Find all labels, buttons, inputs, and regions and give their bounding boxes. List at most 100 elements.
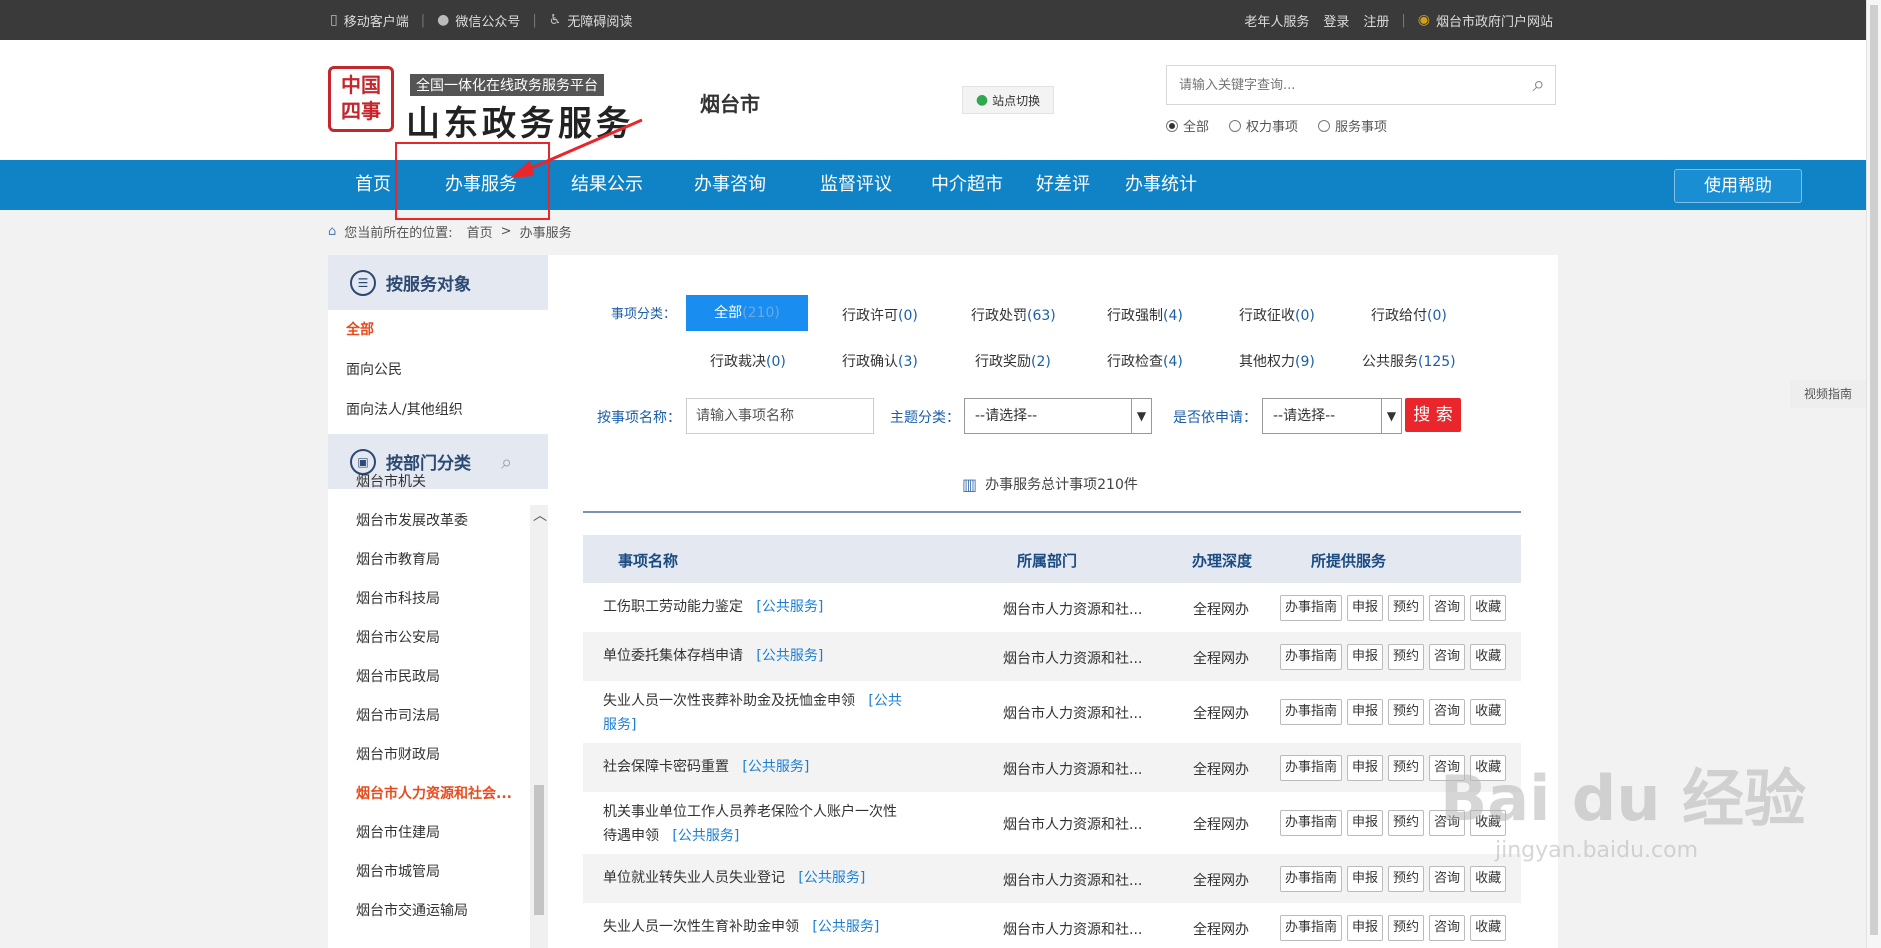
guide-button[interactable]: 办事指南 bbox=[1280, 866, 1343, 892]
radio-all[interactable]: 全部 bbox=[1166, 116, 1209, 135]
consult-button[interactable]: 咨询 bbox=[1429, 699, 1466, 725]
item-name-link[interactable]: 社会保障卡密码重置 [公共服务] bbox=[603, 755, 903, 779]
item-tag[interactable]: [公共服务] bbox=[798, 870, 865, 886]
category-item[interactable]: 行政确认(3) bbox=[842, 351, 918, 371]
category-item[interactable]: 公共服务(125) bbox=[1362, 351, 1456, 371]
wechat-link[interactable]: ● 微信公众号 bbox=[437, 11, 520, 30]
nav-consult[interactable]: 办事咨询 bbox=[694, 160, 766, 210]
favorite-button[interactable]: 收藏 bbox=[1470, 595, 1507, 621]
item-tag[interactable]: [公共服务] bbox=[742, 759, 809, 775]
video-guide-button[interactable]: 视频指南 bbox=[1790, 380, 1866, 408]
guide-button[interactable]: 办事指南 bbox=[1280, 915, 1343, 941]
theme-select[interactable]: --请选择-- ▼ bbox=[964, 398, 1152, 434]
nav-rating[interactable]: 好差评 bbox=[1036, 160, 1090, 210]
item-name-link[interactable]: 工伤职工劳动能力鉴定 [公共服务] bbox=[603, 595, 903, 619]
favorite-button[interactable]: 收藏 bbox=[1470, 644, 1507, 670]
apply-select[interactable]: --请选择-- ▼ bbox=[1262, 398, 1402, 434]
consult-button[interactable]: 咨询 bbox=[1429, 595, 1466, 621]
item-name-input[interactable]: 请输入事项名称 bbox=[686, 398, 874, 434]
guide-button[interactable]: 办事指南 bbox=[1280, 755, 1343, 781]
item-name-link[interactable]: 单位就业转失业人员失业登记 [公共服务] bbox=[603, 866, 903, 890]
scroll-thumb[interactable] bbox=[1870, 5, 1878, 935]
search-icon[interactable]: ⌕ bbox=[1533, 72, 1545, 97]
reserve-button[interactable]: 预约 bbox=[1388, 755, 1425, 781]
apply-button[interactable]: 申报 bbox=[1347, 810, 1384, 836]
login-link[interactable]: 登录 bbox=[1323, 11, 1349, 30]
reserve-button[interactable]: 预约 bbox=[1388, 810, 1425, 836]
target-all[interactable]: 全部 bbox=[328, 310, 548, 350]
dept-item[interactable]: 烟台市科技局 bbox=[328, 580, 548, 619]
breadcrumb-home[interactable]: 首页 bbox=[467, 222, 493, 241]
nav-statistics[interactable]: 办事统计 bbox=[1125, 160, 1197, 210]
category-item[interactable]: 行政给付(0) bbox=[1371, 305, 1447, 325]
dept-item[interactable]: 烟台市司法局 bbox=[328, 697, 548, 736]
guide-button[interactable]: 办事指南 bbox=[1280, 644, 1343, 670]
reserve-button[interactable]: 预约 bbox=[1388, 866, 1425, 892]
dept-item-active[interactable]: 烟台市人力资源和社会... bbox=[328, 775, 548, 814]
dept-item[interactable]: 烟台市教育局 bbox=[328, 541, 548, 580]
category-item[interactable]: 行政处罚(63) bbox=[971, 305, 1056, 325]
category-item[interactable]: 行政许可(0) bbox=[842, 305, 918, 325]
category-all[interactable]: 全部(210) bbox=[686, 295, 808, 331]
item-tag[interactable]: [公共服务] bbox=[756, 648, 823, 664]
favorite-button[interactable]: 收藏 bbox=[1470, 915, 1507, 941]
dept-item[interactable]: 烟台市城管局 bbox=[328, 853, 548, 892]
apply-button[interactable]: 申报 bbox=[1347, 595, 1384, 621]
reserve-button[interactable]: 预约 bbox=[1388, 644, 1425, 670]
nav-agency-market[interactable]: 中介超市 bbox=[931, 160, 1003, 210]
dept-item[interactable]: 烟台市公安局 bbox=[328, 619, 548, 658]
page-scrollbar[interactable] bbox=[1866, 0, 1881, 948]
nav-supervision[interactable]: 监督评议 bbox=[820, 160, 892, 210]
item-tag[interactable]: [公共服务] bbox=[756, 599, 823, 615]
apply-button[interactable]: 申报 bbox=[1347, 915, 1384, 941]
apply-button[interactable]: 申报 bbox=[1347, 866, 1384, 892]
mobile-client-link[interactable]: ▯ 移动客户端 bbox=[330, 11, 409, 30]
dept-item[interactable]: 烟台市财政局 bbox=[328, 736, 548, 775]
consult-button[interactable]: 咨询 bbox=[1429, 915, 1466, 941]
chevron-up-icon[interactable]: ︿ bbox=[533, 505, 547, 525]
guide-button[interactable]: 办事指南 bbox=[1280, 810, 1343, 836]
category-item[interactable]: 行政征收(0) bbox=[1239, 305, 1315, 325]
apply-button[interactable]: 申报 bbox=[1347, 755, 1384, 781]
apply-button[interactable]: 申报 bbox=[1347, 644, 1384, 670]
keyword-search-input[interactable] bbox=[1167, 66, 1507, 104]
dept-item[interactable]: 烟台市发展改革委 bbox=[328, 502, 548, 541]
item-tag[interactable]: [公共服务] bbox=[812, 919, 879, 935]
favorite-button[interactable]: 收藏 bbox=[1470, 699, 1507, 725]
category-item[interactable]: 行政奖励(2) bbox=[975, 351, 1051, 371]
category-item[interactable]: 行政强制(4) bbox=[1107, 305, 1183, 325]
dept-search-icon[interactable]: ⌕ bbox=[501, 450, 512, 474]
site-switch-button[interactable]: ● 站点切换 bbox=[962, 86, 1054, 114]
category-item[interactable]: 行政裁决(0) bbox=[710, 351, 786, 371]
guide-button[interactable]: 办事指南 bbox=[1280, 699, 1343, 725]
dept-item[interactable]: 烟台市民政局 bbox=[328, 658, 548, 697]
target-citizen[interactable]: 面向公民 bbox=[328, 350, 548, 390]
help-button[interactable]: 使用帮助 bbox=[1674, 169, 1802, 203]
item-name-link[interactable]: 机关事业单位工作人员养老保险个人账户一次性待遇申领 [公共服务] bbox=[603, 800, 903, 848]
reserve-button[interactable]: 预约 bbox=[1388, 699, 1425, 725]
register-link[interactable]: 注册 bbox=[1363, 11, 1389, 30]
elderly-service-link[interactable]: 老年人服务 bbox=[1244, 11, 1309, 30]
category-item[interactable]: 行政检查(4) bbox=[1107, 351, 1183, 371]
consult-button[interactable]: 咨询 bbox=[1429, 866, 1466, 892]
dept-scrollbar[interactable]: ︿ bbox=[530, 505, 548, 948]
radio-power-items[interactable]: 权力事项 bbox=[1229, 116, 1298, 135]
favorite-button[interactable]: 收藏 bbox=[1470, 866, 1507, 892]
portal-link[interactable]: ◉ 烟台市政府门户网站 bbox=[1418, 11, 1553, 30]
logo[interactable]: 中国四事 bbox=[328, 66, 394, 132]
nav-home[interactable]: 首页 bbox=[355, 160, 391, 210]
item-tag[interactable]: [公共服务] bbox=[672, 828, 739, 844]
dept-item[interactable]: 烟台市交通运输局 bbox=[328, 892, 548, 931]
scroll-thumb[interactable] bbox=[534, 785, 544, 915]
radio-service-items[interactable]: 服务事项 bbox=[1318, 116, 1387, 135]
reserve-button[interactable]: 预约 bbox=[1388, 915, 1425, 941]
item-name-link[interactable]: 失业人员一次性丧葬补助金及抚恤金申领 [公共服务] bbox=[603, 689, 903, 737]
accessibility-link[interactable]: ♿ 无障碍阅读 bbox=[549, 11, 633, 30]
apply-button[interactable]: 申报 bbox=[1347, 699, 1384, 725]
target-legal-entity[interactable]: 面向法人/其他组织 bbox=[328, 390, 548, 430]
reserve-button[interactable]: 预约 bbox=[1388, 595, 1425, 621]
dept-item[interactable]: 烟台市住建局 bbox=[328, 814, 548, 853]
category-item[interactable]: 其他权力(9) bbox=[1239, 351, 1315, 371]
item-name-link[interactable]: 失业人员一次性生育补助金申领 [公共服务] bbox=[603, 915, 903, 939]
guide-button[interactable]: 办事指南 bbox=[1280, 595, 1343, 621]
